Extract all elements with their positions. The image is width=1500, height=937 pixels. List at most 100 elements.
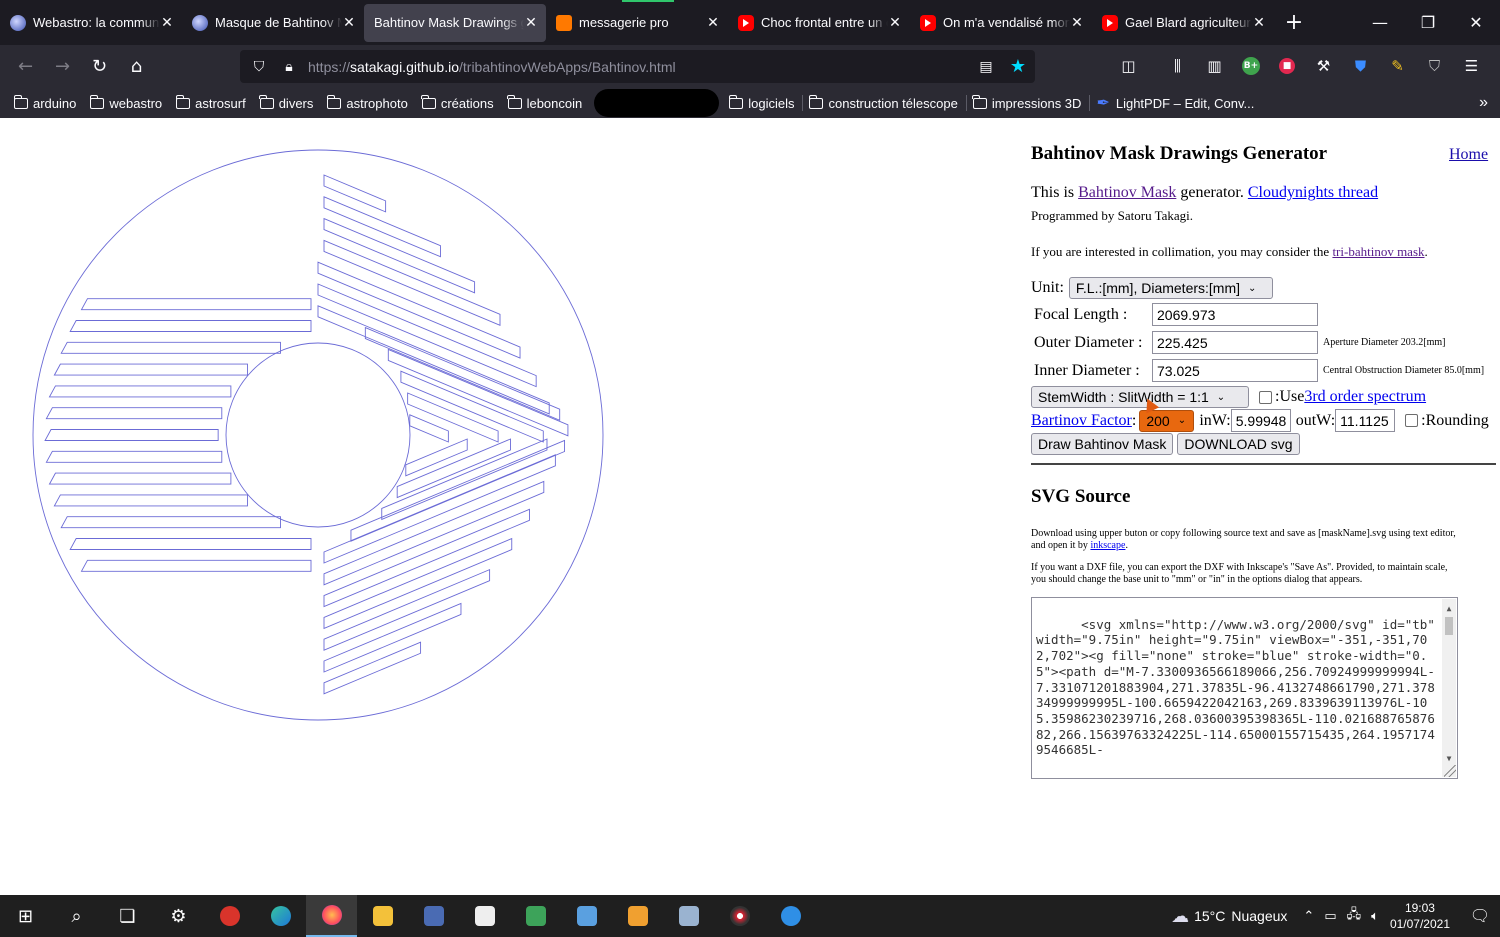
clock[interactable]: 19:03 01/07/2021 xyxy=(1390,900,1450,932)
tab-messagerie[interactable]: messagerie pro ✕ xyxy=(546,4,728,42)
tab-title: messagerie pro xyxy=(579,15,669,30)
chevron-up-icon[interactable]: ⌃ xyxy=(1303,908,1314,924)
lock-icon[interactable]: 🔒︎ xyxy=(274,59,304,75)
bookmark-lightpdf[interactable]: ✒ LightPDF – Edit, Conv... xyxy=(1090,90,1262,116)
bookmark-folder-webastro[interactable]: webastro xyxy=(84,90,170,116)
close-icon[interactable]: ✕ xyxy=(160,14,174,31)
chevron-right-icon[interactable]: » xyxy=(1479,94,1488,112)
firefox-icon[interactable] xyxy=(306,895,357,937)
close-window-icon[interactable]: ✕ xyxy=(1452,0,1500,45)
tab-youtube-3[interactable]: Gael Blard agriculteur ✕ xyxy=(1092,4,1274,42)
svg-source-textarea[interactable]: <svg xmlns="http://www.w3.org/2000/svg" … xyxy=(1031,597,1458,779)
url-bar[interactable]: ⛉ 🔒︎ https://satakagi.github.io/tribahti… xyxy=(240,50,1035,83)
bookmark-folder-impressions[interactable]: impressions 3D xyxy=(967,90,1090,116)
bookmark-folder-arduino[interactable]: arduino xyxy=(8,90,84,116)
notifications-icon[interactable]: 🗨︎ xyxy=(1460,906,1500,926)
file-explorer-icon[interactable] xyxy=(357,895,408,937)
new-tab-button[interactable]: + xyxy=(1274,10,1314,35)
inner-diameter-input[interactable]: 73.025 xyxy=(1152,359,1318,382)
forward-icon[interactable]: → xyxy=(44,51,81,83)
weather-temp[interactable]: 15°C xyxy=(1194,908,1225,924)
settings-icon[interactable]: ⚙ xyxy=(153,895,204,937)
bookmark-folder-divers[interactable]: divers xyxy=(254,90,322,116)
reader-view-icon[interactable]: ▤ xyxy=(971,59,1001,75)
stem-width-select[interactable]: StemWidth : SlitWidth = 1:1 ⌄ xyxy=(1031,386,1249,408)
outer-diameter-input[interactable]: 225.425 xyxy=(1152,331,1318,354)
media-player-icon[interactable] xyxy=(612,895,663,937)
weather-desc[interactable]: Nuageux xyxy=(1231,908,1287,924)
close-icon[interactable]: ✕ xyxy=(524,14,538,31)
inkscape-link[interactable]: inkscape xyxy=(1090,540,1125,551)
unit-select[interactable]: F.L.:[mm], Diameters:[mm] ⌄ xyxy=(1068,277,1273,299)
pocket-icon[interactable]: ◫ xyxy=(1110,51,1147,81)
tab-bahtinov-generator[interactable]: Bahtinov Mask Drawings generator ✕ xyxy=(364,3,546,42)
reload-icon[interactable]: ↻ xyxy=(81,51,118,83)
bookmark-folder-astrosurf[interactable]: astrosurf xyxy=(170,90,254,116)
app-green-icon[interactable] xyxy=(510,895,561,937)
tab-youtube-2[interactable]: On m'a vendalisé mon ✕ xyxy=(910,4,1092,42)
bahtinov-mask-link[interactable]: Bahtinov Mask xyxy=(1078,184,1176,201)
bookmark-folder-leboncoin[interactable]: leboncoin xyxy=(502,90,591,116)
extension-shield-icon[interactable]: ⛊ xyxy=(1342,51,1379,81)
restore-icon[interactable]: ❐ xyxy=(1404,0,1452,45)
extension-lock-icon[interactable]: ■ xyxy=(1279,58,1295,74)
app-red-icon[interactable] xyxy=(204,895,255,937)
bookmark-folder-construction[interactable]: construction télescope xyxy=(803,90,965,116)
scroll-thumb[interactable] xyxy=(1445,617,1453,635)
bookmark-folder-logiciels[interactable]: logiciels xyxy=(723,90,802,116)
disc-app-icon[interactable] xyxy=(714,895,765,937)
inw-input[interactable]: 5.99948 xyxy=(1230,409,1291,432)
mask-slit-horizontal xyxy=(80,559,312,572)
home-icon[interactable]: ⌂ xyxy=(118,51,155,83)
url-text[interactable]: https://satakagi.github.io/tribahtinovWe… xyxy=(308,59,971,75)
edge-icon[interactable] xyxy=(255,895,306,937)
extension-pencil-icon[interactable]: ✎ xyxy=(1379,51,1416,81)
mask-slit-horizontal xyxy=(60,516,281,529)
app-blue-icon[interactable] xyxy=(765,895,816,937)
close-icon[interactable]: ✕ xyxy=(888,14,902,31)
extension-tools-icon[interactable]: ⚒ xyxy=(1305,51,1342,81)
search-icon[interactable]: ⌕ xyxy=(51,895,102,937)
extension-b-plus-icon[interactable]: B+ xyxy=(1242,57,1260,75)
rounding-checkbox[interactable] xyxy=(1405,414,1419,427)
close-icon[interactable]: ✕ xyxy=(1070,14,1084,31)
menu-icon[interactable]: ☰ xyxy=(1453,51,1490,81)
scroll-up-icon[interactable]: ▲ xyxy=(1442,601,1456,617)
shield-icon[interactable]: ⛉ xyxy=(244,59,274,75)
battery-icon[interactable]: ▭ xyxy=(1324,908,1336,924)
network-app-icon[interactable] xyxy=(663,895,714,937)
focal-length-input[interactable]: 2069.973 xyxy=(1152,303,1318,326)
tab-youtube-1[interactable]: Choc frontal entre un camion ✕ xyxy=(728,4,910,42)
tab-webastro[interactable]: Webastro: la communauté ✕ xyxy=(0,4,182,42)
back-icon[interactable]: ← xyxy=(7,51,44,83)
cloudynights-link[interactable]: Cloudynights thread xyxy=(1248,184,1378,201)
store-icon[interactable] xyxy=(459,895,510,937)
tab-masque-bahtinov[interactable]: Masque de Bahtinov Mask ✕ xyxy=(182,4,364,42)
bookmark-folder-creations[interactable]: créations xyxy=(416,90,502,116)
outw-input[interactable]: 11.1125 xyxy=(1335,409,1396,432)
sidebar-icon[interactable]: ▥ xyxy=(1196,51,1233,81)
task-view-icon[interactable]: ❏ xyxy=(102,895,153,937)
bartinov-factor-link[interactable]: Bartinov Factor xyxy=(1031,412,1132,430)
close-icon[interactable]: ✕ xyxy=(1252,14,1266,31)
scrollbar[interactable]: ▲ ▼ xyxy=(1442,599,1456,777)
volume-icon[interactable]: 🔈︎ xyxy=(1371,908,1379,924)
tri-bahtinov-link[interactable]: tri-bahtinov mask xyxy=(1332,244,1424,259)
resize-grip-icon[interactable] xyxy=(1444,765,1456,777)
third-order-checkbox[interactable] xyxy=(1259,390,1272,404)
calculator-icon[interactable] xyxy=(408,895,459,937)
draw-mask-button[interactable]: Draw Bahtinov Mask xyxy=(1031,433,1174,455)
bookmark-folder-astrophoto[interactable]: astrophoto xyxy=(321,90,415,116)
close-icon[interactable]: ✕ xyxy=(342,14,356,31)
windows-start-icon[interactable]: ⊞ xyxy=(0,895,51,937)
close-icon[interactable]: ✕ xyxy=(706,14,720,31)
remote-desktop-icon[interactable] xyxy=(561,895,612,937)
download-svg-button[interactable]: DOWNLOAD svg xyxy=(1177,433,1300,455)
home-link[interactable]: Home xyxy=(1449,146,1488,164)
third-order-link[interactable]: 3rd order spectrum xyxy=(1304,388,1426,406)
bookmark-star-icon[interactable]: ★ xyxy=(1001,56,1035,77)
network-icon[interactable]: 🖧︎ xyxy=(1347,905,1362,927)
minimize-icon[interactable]: — xyxy=(1356,0,1404,45)
extension-grey-shield-icon[interactable]: ⛉ xyxy=(1416,51,1453,81)
library-icon[interactable]: ⫼ xyxy=(1159,51,1196,81)
